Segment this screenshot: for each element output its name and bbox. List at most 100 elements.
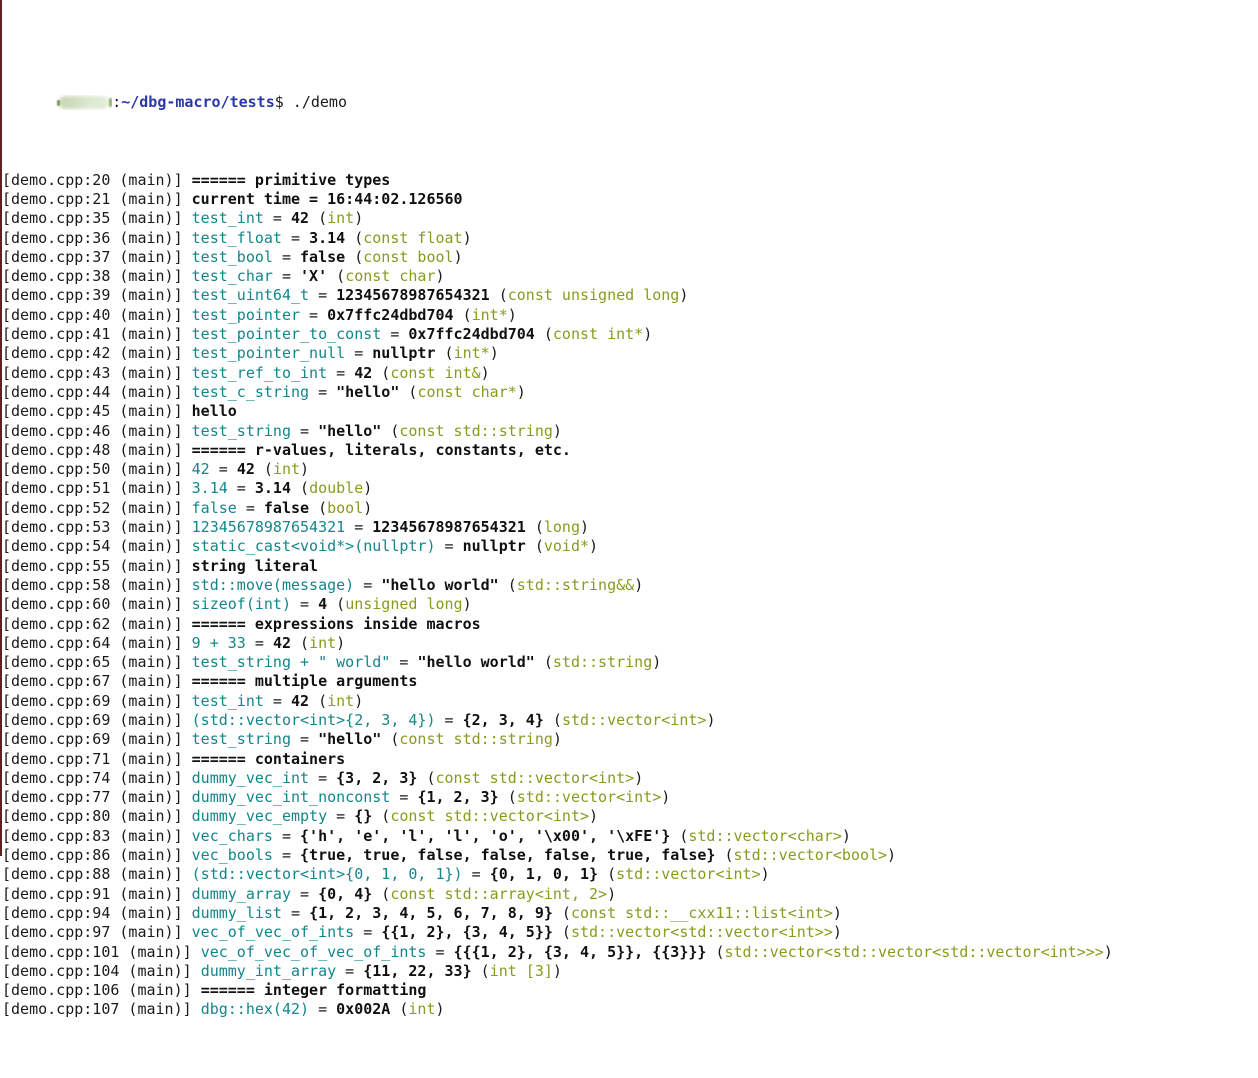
source-location: [demo.cpp:62 (main)] — [2, 614, 192, 633]
value: 42 — [272, 633, 291, 652]
source-location: [demo.cpp:21 (main)] — [2, 189, 192, 208]
expression: dummy_list — [191, 903, 282, 922]
type-close-paren: ) — [507, 305, 517, 324]
expression: vec_of_vec_of_ints — [191, 923, 355, 942]
source-location: [demo.cpp:60 (main)] — [2, 595, 192, 614]
log-message: string literal — [191, 556, 319, 575]
output-line: [demo.cpp:74 (main)] dummy_vec_int = {3,… — [2, 769, 1258, 788]
source-location: [demo.cpp:94 (main)] — [2, 903, 192, 922]
log-message: current time = 16:44:02.126560 — [191, 189, 463, 208]
expression: test_string — [191, 730, 291, 749]
type-close-paren: ) — [489, 344, 499, 363]
type-open-paren: ( — [381, 421, 400, 440]
source-location: [demo.cpp:40 (main)] — [2, 305, 192, 324]
output-line: [demo.cpp:104 (main)] dummy_int_array = … — [2, 962, 1258, 981]
expression: (std::vector<int>{0, 1, 0, 1}) — [191, 865, 463, 884]
expression: test_pointer_null — [191, 344, 346, 363]
value: 12345678987654321 — [372, 518, 526, 537]
type-name: std::vector<std::vector<std::vector<int>… — [724, 942, 1104, 961]
type-close-paren: ) — [462, 228, 472, 247]
type-close-paren: ) — [706, 710, 716, 729]
type-name: const std::string — [399, 421, 553, 440]
output-line: [demo.cpp:55 (main)] string literal — [2, 557, 1258, 576]
equals-separator: = — [309, 768, 337, 787]
value: 3.14 — [254, 479, 291, 498]
equals-separator: = — [426, 942, 454, 961]
source-location: [demo.cpp:44 (main)] — [2, 382, 192, 401]
type-close-paren: ) — [887, 846, 897, 865]
type-open-paren: ( — [453, 305, 472, 324]
expression: vec_of_vec_of_vec_of_ints — [200, 942, 427, 961]
expression: test_uint64_t — [191, 286, 310, 305]
equals-separator: = — [345, 518, 373, 537]
program-output: [demo.cpp:20 (main)] ====== primitive ty… — [2, 171, 1258, 1020]
type-open-paren: ( — [327, 267, 346, 286]
type-name: const bool — [363, 247, 454, 266]
type-open-paren: ( — [706, 942, 725, 961]
output-line: [demo.cpp:48 (main)] ====== r-values, li… — [2, 441, 1258, 460]
output-line: [demo.cpp:54 (main)] static_cast<void*>(… — [2, 537, 1258, 556]
value: "hello" — [336, 382, 400, 401]
equals-separator: = — [354, 575, 382, 594]
type-close-paren: ) — [580, 518, 590, 537]
type-open-paren: ( — [498, 575, 517, 594]
type-name: const char* — [417, 382, 517, 401]
source-location: [demo.cpp:54 (main)] — [2, 537, 192, 556]
type-open-paren: ( — [598, 865, 617, 884]
equals-separator: = — [272, 267, 301, 286]
output-line: [demo.cpp:38 (main)] test_char = 'X' (co… — [2, 267, 1258, 286]
value: nullptr — [462, 537, 526, 556]
source-location: [demo.cpp:39 (main)] — [2, 286, 192, 305]
log-message: hello — [191, 402, 237, 421]
type-open-paren: ( — [552, 903, 571, 922]
terminal-screen[interactable]: :~/dbg-macro/tests$ ./demo [demo.cpp:20 … — [2, 0, 1258, 1078]
expression: test_c_string — [191, 382, 310, 401]
equals-separator: = — [272, 247, 301, 266]
expression: 42 — [191, 460, 210, 479]
type-open-paren: ( — [309, 209, 328, 228]
type-open-paren: ( — [372, 807, 391, 826]
type-name: void* — [543, 537, 590, 556]
expression: test_bool — [191, 247, 273, 266]
equals-separator: = — [309, 1000, 337, 1019]
value: 12345678987654321 — [336, 286, 490, 305]
type-name: const std::__cxx11::list<int> — [570, 903, 833, 922]
type-name: const std::vector<int> — [390, 807, 590, 826]
type-close-paren: ) — [516, 382, 526, 401]
type-name: int — [327, 691, 355, 710]
equals-separator: = — [263, 691, 291, 710]
prompt-separator: : — [112, 93, 122, 112]
source-location: [demo.cpp:41 (main)] — [2, 325, 192, 344]
log-message: ====== containers — [191, 749, 346, 768]
terminal-window[interactable]: :~/dbg-macro/tests$ ./demo [demo.cpp:20 … — [0, 0, 1258, 1018]
source-location: [demo.cpp:46 (main)] — [2, 421, 192, 440]
source-location: [demo.cpp:53 (main)] — [2, 518, 192, 537]
source-location: [demo.cpp:36 (main)] — [2, 228, 192, 247]
value: {3, 2, 3} — [336, 768, 418, 787]
type-open-paren: ( — [291, 633, 310, 652]
output-line: [demo.cpp:106 (main)] ====== integer for… — [2, 981, 1258, 1000]
type-close-paren: ) — [589, 807, 599, 826]
equals-separator: = — [327, 363, 355, 382]
prompt-sigil: $ — [274, 93, 284, 112]
source-location: [demo.cpp:65 (main)] — [2, 653, 192, 672]
type-close-paren: ) — [841, 826, 851, 845]
output-line: [demo.cpp:40 (main)] test_pointer = 0x7f… — [2, 306, 1258, 325]
source-location: [demo.cpp:38 (main)] — [2, 267, 192, 286]
source-location: [demo.cpp:64 (main)] — [2, 633, 192, 652]
type-open-paren: ( — [525, 537, 544, 556]
type-open-paren: ( — [435, 344, 454, 363]
expression: dummy_int_array — [200, 961, 337, 980]
type-name: int — [272, 460, 301, 479]
type-close-paren: ) — [634, 575, 644, 594]
type-close-paren: ) — [552, 421, 562, 440]
source-location: [demo.cpp:69 (main)] — [2, 730, 192, 749]
type-name: std::vector<bool> — [733, 846, 888, 865]
value: 'X' — [300, 267, 328, 286]
type-name: bool — [327, 498, 364, 517]
type-close-paren: ) — [589, 537, 599, 556]
value: {2, 3, 4} — [462, 710, 544, 729]
expression: test_string + " world" — [191, 653, 391, 672]
log-message: ====== expressions inside macros — [191, 614, 481, 633]
source-location: [demo.cpp:50 (main)] — [2, 460, 192, 479]
